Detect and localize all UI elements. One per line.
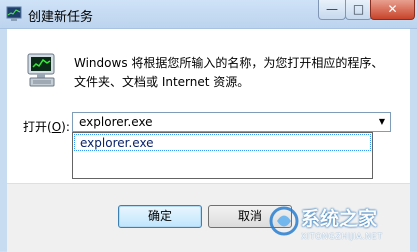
ok-button[interactable]: 确定: [118, 205, 202, 228]
maximize-button[interactable]: □: [345, 0, 372, 20]
open-label-accelerator: O: [51, 120, 62, 134]
close-button[interactable]: ✕: [370, 0, 415, 20]
dropdown-item-label: explorer.exe: [80, 136, 154, 150]
window-title: 创建新任务: [28, 10, 94, 25]
description-line-1: Windows 将根据您所输入的名称，为您打开相应的程序、: [74, 56, 384, 70]
logo-icon: [269, 206, 299, 239]
command-input[interactable]: explorer.exe: [79, 115, 153, 129]
open-label-suffix: ):: [61, 120, 70, 134]
open-label: 打开(O):: [23, 118, 70, 135]
minimize-button[interactable]: —: [318, 0, 346, 20]
chevron-down-icon[interactable]: ▼: [375, 114, 389, 130]
command-combobox[interactable]: explorer.exe ▼: [72, 112, 391, 132]
watermark-brand: 系统之家: [301, 208, 378, 230]
window-frame-left: [0, 29, 7, 251]
site-watermark: 系统之家 XITONGZHIJIA.NET: [265, 200, 415, 248]
description-line-2: 文件夹、文档或 Internet 资源。: [74, 75, 250, 89]
run-command-icon: [25, 52, 59, 88]
dropdown-item[interactable]: explorer.exe: [74, 134, 371, 151]
task-manager-icon: [6, 6, 22, 22]
command-dropdown-list: explorer.exe: [72, 132, 373, 179]
watermark-url: XITONGZHIJIA.NET: [301, 232, 383, 241]
dialog-content: Windows 将根据您所输入的名称，为您打开相应的程序、 文件夹、文档或 In…: [7, 29, 410, 183]
title-bar[interactable]: 创建新任务 — □ ✕: [0, 0, 417, 29]
open-label-prefix: 打开(: [23, 120, 52, 134]
